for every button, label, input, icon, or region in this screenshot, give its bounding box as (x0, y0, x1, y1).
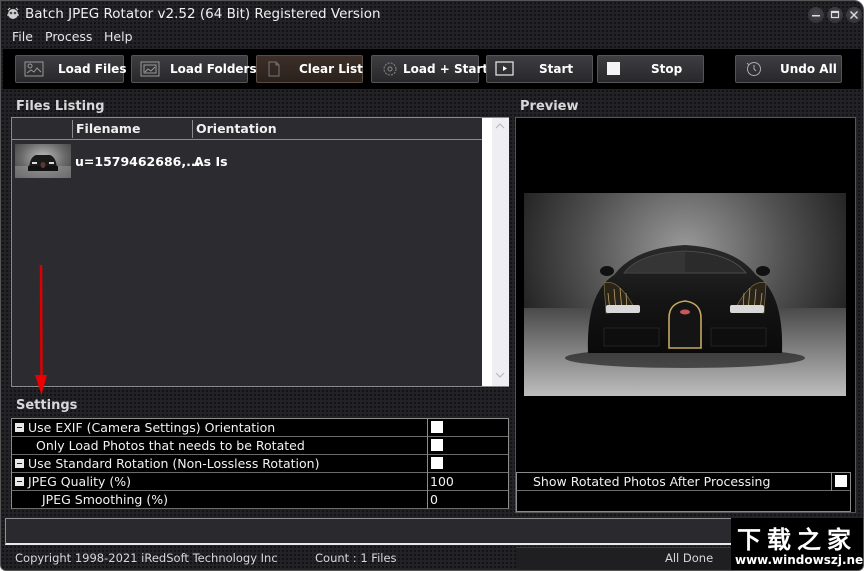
maximize-button[interactable] (827, 7, 843, 23)
menu-help[interactable]: Help (104, 29, 133, 44)
title-bar: Batch JPEG Rotator v2.52 (64 Bit) Regist… (1, 1, 863, 27)
cell-separator (427, 437, 428, 455)
watermark: 下载之家 www.windowszj.net (731, 518, 864, 570)
scroll-up-icon[interactable] (493, 122, 507, 130)
status-message: All Done (665, 551, 714, 565)
setting-row-show-rotated: Show Rotated Photos After Processing (517, 473, 850, 491)
column-separator (192, 120, 193, 138)
column-header-filename[interactable]: Filename (76, 121, 140, 136)
menu-file[interactable]: File (12, 29, 33, 44)
toolbar: Load Files Load Folders Clear List Load … (3, 49, 861, 89)
setting-row-only-load-rotated: Only Load Photos that needs to be Rotate… (12, 437, 508, 455)
settings-title: Settings (16, 398, 78, 413)
load-folders-button[interactable]: Load Folders (131, 55, 257, 83)
app-logo-icon (7, 7, 19, 19)
cell-separator (427, 473, 428, 491)
setting-row-standard-rotation: Use Standard Rotation (Non-Lossless Rota… (12, 455, 508, 473)
app-window: Batch JPEG Rotator v2.52 (64 Bit) Regist… (0, 0, 864, 571)
start-label: Start (539, 62, 574, 76)
status-copyright: Copyright 1998-2021 iRedSoft Technology … (15, 551, 278, 565)
cell-separator (427, 491, 428, 509)
stop-icon (607, 62, 620, 75)
collapse-icon[interactable] (15, 459, 24, 468)
red-arrow-annotation (35, 264, 47, 395)
setting-label: Use Standard Rotation (Non-Lossless Rota… (28, 456, 320, 471)
setting-label: Only Load Photos that needs to be Rotate… (36, 438, 305, 453)
setting-row-jpeg-quality: JPEG Quality (%) 100 (12, 473, 508, 491)
undo-all-button[interactable]: Undo All (735, 55, 842, 83)
cell-separator (427, 419, 428, 437)
folder-image-icon (140, 61, 160, 77)
column-header-orientation[interactable]: Orientation (196, 121, 277, 136)
files-scrollbar[interactable] (482, 118, 509, 386)
use-exif-checkbox[interactable] (431, 421, 443, 433)
jpeg-quality-input[interactable]: 100 (430, 474, 454, 489)
load-start-button[interactable]: Load + Start (371, 55, 488, 83)
watermark-url: www.windowszj.net (735, 553, 864, 567)
setting-label: JPEG Smoothing (%) (42, 492, 168, 507)
menu-process[interactable]: Process (45, 29, 92, 44)
minimize-icon (812, 15, 820, 17)
watermark-title: 下载之家 (737, 525, 857, 554)
setting-label: Use EXIF (Camera Settings) Orientation (28, 420, 276, 435)
column-separator (72, 120, 73, 138)
setting-row-use-exif: Use EXIF (Camera Settings) Orientation (12, 419, 508, 437)
scroll-down-icon[interactable] (493, 371, 507, 379)
only-load-rotated-checkbox[interactable] (431, 439, 443, 451)
show-rotated-checkbox[interactable] (835, 475, 847, 487)
clock-undo-icon (746, 62, 761, 76)
maximize-icon (830, 10, 840, 19)
start-button[interactable]: Start (486, 55, 593, 83)
stop-button[interactable]: Stop (597, 55, 704, 83)
jpeg-smoothing-input[interactable]: 0 (430, 492, 438, 507)
load-files-label: Load Files (58, 62, 127, 76)
files-listing-title: Files Listing (16, 99, 105, 114)
collapse-icon[interactable] (15, 423, 24, 432)
document-icon (268, 61, 280, 77)
scrollbar-track[interactable] (492, 118, 509, 386)
clear-list-label: Clear List (299, 62, 363, 76)
file-orientation: As Is (194, 154, 228, 169)
gear-icon (383, 62, 397, 76)
play-icon (495, 61, 514, 76)
window-title: Batch JPEG Rotator v2.52 (64 Bit) Regist… (25, 6, 381, 22)
stop-label: Stop (651, 62, 683, 76)
load-files-button[interactable]: Load Files (15, 55, 127, 83)
close-button[interactable] (846, 7, 862, 23)
collapse-icon[interactable] (15, 477, 24, 486)
files-list[interactable]: Filename Orientation u=1579462686,... As… (11, 117, 509, 387)
load-folders-label: Load Folders (170, 62, 257, 76)
image-icon (24, 61, 44, 77)
setting-row-jpeg-smoothing: JPEG Smoothing (%) 0 (12, 491, 508, 509)
show-rotated-label: Show Rotated Photos After Processing (533, 474, 771, 489)
file-name: u=1579462686,... (75, 154, 201, 169)
file-row[interactable]: u=1579462686,... As Is (12, 142, 482, 182)
preview-image (524, 193, 846, 396)
preview-title: Preview (520, 99, 579, 114)
clear-list-button[interactable]: Clear List (256, 55, 363, 83)
preview-panel: Show Rotated Photos After Processing (515, 117, 856, 513)
file-thumbnail (15, 144, 71, 178)
status-file-count: Count : 1 Files (315, 551, 397, 565)
settings-grid: Use EXIF (Camera Settings) Orientation O… (11, 418, 509, 509)
cell-separator (831, 473, 832, 491)
close-icon (850, 11, 858, 19)
show-rotated-grid: Show Rotated Photos After Processing (516, 472, 851, 512)
files-list-header: Filename Orientation (12, 118, 482, 140)
setting-label: JPEG Quality (%) (28, 474, 132, 489)
undo-all-label: Undo All (780, 62, 837, 76)
minimize-button[interactable] (808, 7, 824, 23)
standard-rotation-checkbox[interactable] (431, 457, 443, 469)
cell-separator (427, 455, 428, 473)
load-start-label: Load + Start (403, 62, 489, 76)
